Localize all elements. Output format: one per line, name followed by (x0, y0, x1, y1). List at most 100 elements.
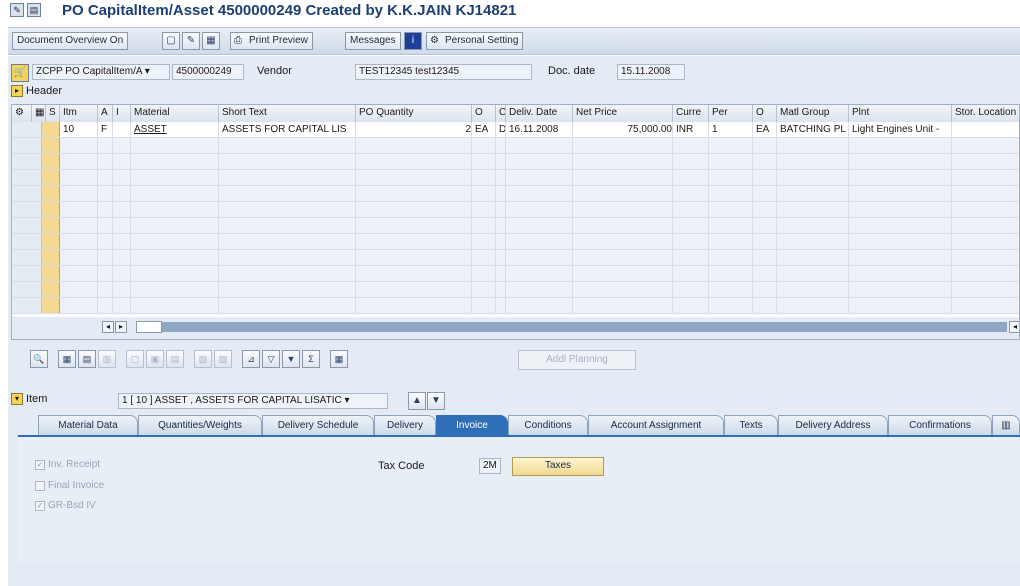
table-cell[interactable] (709, 186, 753, 201)
table-cell[interactable] (753, 154, 777, 169)
table-cell[interactable] (472, 170, 496, 185)
table-row[interactable] (12, 170, 1019, 186)
table-cell[interactable] (60, 138, 98, 153)
messages-button[interactable]: Messages (345, 32, 401, 50)
table-cell[interactable] (506, 250, 573, 265)
table-cell[interactable] (472, 186, 496, 201)
table-cell[interactable] (709, 282, 753, 297)
table-cell[interactable] (673, 186, 709, 201)
table-cell[interactable] (496, 234, 506, 249)
table-cell[interactable]: EA (753, 122, 777, 137)
table-cell[interactable] (98, 186, 113, 201)
table-cell[interactable] (573, 170, 673, 185)
doc-type-field[interactable]: ZCPP PO CapitalItem/A ▾ (32, 64, 170, 80)
table-row[interactable] (12, 202, 1019, 218)
row-selector[interactable] (12, 122, 42, 137)
table-cell[interactable] (356, 282, 472, 297)
table-cell[interactable] (113, 234, 131, 249)
table-cell[interactable] (709, 234, 753, 249)
table-cell[interactable] (113, 202, 131, 217)
table-cell[interactable] (952, 138, 1019, 153)
col-header-stor-location[interactable]: Stor. Location (952, 105, 1019, 122)
row-selector[interactable] (12, 282, 42, 297)
table-cell[interactable] (673, 266, 709, 281)
table-cell[interactable] (131, 218, 219, 233)
paste-icon[interactable]: ▣ (146, 350, 164, 368)
table-cell[interactable] (472, 266, 496, 281)
tab-account-assignment[interactable]: Account Assignment (588, 415, 724, 435)
table-settings-icon[interactable]: ⚙ (12, 105, 32, 122)
table-cell[interactable]: 75,000.00 (573, 122, 673, 137)
table-cell[interactable] (753, 186, 777, 201)
table-cell[interactable] (573, 186, 673, 201)
table-row[interactable] (12, 138, 1019, 154)
table-cell[interactable] (777, 170, 849, 185)
table-cell[interactable] (849, 266, 952, 281)
table-cell[interactable] (849, 186, 952, 201)
row-status[interactable] (42, 186, 60, 201)
row-selector[interactable] (12, 202, 42, 217)
table-cell[interactable]: D (496, 122, 506, 137)
table-cell[interactable] (709, 170, 753, 185)
table-cell[interactable] (673, 298, 709, 313)
table-cell[interactable] (849, 218, 952, 233)
table-cell[interactable] (131, 250, 219, 265)
info-icon[interactable]: i (404, 32, 422, 50)
table-cell[interactable] (496, 154, 506, 169)
table-cell[interactable] (753, 202, 777, 217)
table-cell[interactable] (506, 202, 573, 217)
row-selector[interactable] (12, 250, 42, 265)
hold-icon[interactable]: ✎ (182, 32, 200, 50)
new-document-icon[interactable]: ▢ (162, 32, 180, 50)
table-cell[interactable] (777, 266, 849, 281)
table-cell[interactable] (131, 298, 219, 313)
table-cell[interactable] (113, 122, 131, 137)
table-cell[interactable] (113, 186, 131, 201)
table-cell[interactable] (131, 202, 219, 217)
doc-number-field[interactable]: 4500000249 (172, 64, 244, 80)
table-cell[interactable]: 2 (356, 122, 472, 137)
sort-ascending-icon[interactable]: ⊿ (242, 350, 260, 368)
table-cell[interactable] (472, 282, 496, 297)
table-cell[interactable] (113, 154, 131, 169)
col-header-per[interactable]: Per (709, 105, 753, 122)
table-cell[interactable] (753, 250, 777, 265)
table-row[interactable] (12, 298, 1019, 314)
table-row[interactable] (12, 154, 1019, 170)
table-cell[interactable] (472, 138, 496, 153)
table-row[interactable] (12, 250, 1019, 266)
table-cell[interactable] (472, 202, 496, 217)
table-cell[interactable]: 16.11.2008 (506, 122, 573, 137)
scroll-end-icon[interactable]: ◂ (1009, 321, 1019, 333)
item-toggle[interactable]: ▾ Item (11, 393, 47, 405)
table-cell[interactable] (131, 186, 219, 201)
table-cell[interactable] (219, 186, 356, 201)
col-header-matl-group[interactable]: Matl Group (777, 105, 849, 122)
table-cell[interactable] (673, 250, 709, 265)
table-cell[interactable] (98, 154, 113, 169)
table-cell[interactable] (777, 218, 849, 233)
table-cell[interactable] (573, 138, 673, 153)
table-cell[interactable] (506, 266, 573, 281)
scroll-thumb[interactable] (136, 321, 162, 333)
table-cell[interactable] (496, 138, 506, 153)
check-icon[interactable]: ▦ (202, 32, 220, 50)
col-header-plnt[interactable]: Plnt (849, 105, 952, 122)
table-cell[interactable] (60, 282, 98, 297)
row-status[interactable] (42, 298, 60, 313)
table-cell[interactable] (777, 282, 849, 297)
table-cell[interactable] (356, 202, 472, 217)
table-cell[interactable] (753, 170, 777, 185)
table-cell[interactable] (131, 154, 219, 169)
table-cell[interactable] (113, 218, 131, 233)
table-cell[interactable] (777, 202, 849, 217)
table-cell[interactable] (506, 282, 573, 297)
table-cell[interactable]: 10 (60, 122, 98, 137)
table-cell[interactable] (219, 218, 356, 233)
table-cell[interactable] (98, 250, 113, 265)
table-cell[interactable] (709, 298, 753, 313)
table-cell[interactable] (219, 282, 356, 297)
table-cell[interactable]: ASSET (131, 122, 219, 137)
row-selector[interactable] (12, 154, 42, 169)
col-header-deliv-date[interactable]: Deliv. Date (506, 105, 573, 122)
